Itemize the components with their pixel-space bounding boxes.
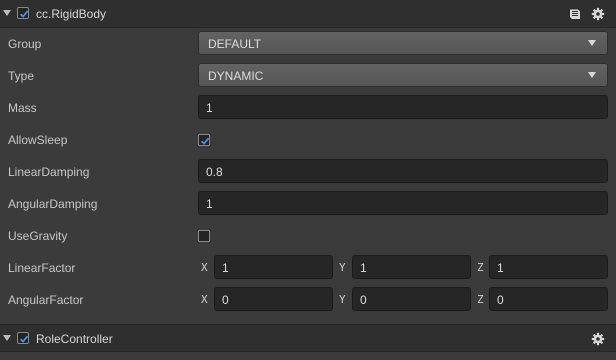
row-type: Type DYNAMIC [0, 60, 616, 92]
checkmark-icon [200, 137, 210, 145]
linear-factor-x-value: 1 [222, 261, 229, 275]
group-select-value: DEFAULT [208, 37, 262, 51]
angular-damping-value: 1 [206, 197, 213, 211]
role-controller-enabled-checkbox[interactable] [17, 332, 29, 344]
use-gravity-checkbox[interactable] [198, 230, 210, 242]
rigidbody-component-title: cc.RigidBody [36, 7, 107, 21]
chevron-down-icon [588, 40, 596, 46]
row-angular-factor: AngularFactor X 0 Y 0 Z 0 [0, 284, 616, 316]
angular-factor-y-value: 0 [360, 293, 367, 307]
row-allow-sleep: AllowSleep [0, 124, 616, 156]
row-angular-damping: AngularDamping 1 [0, 188, 616, 220]
linear-damping-input[interactable]: 0.8 [198, 159, 608, 183]
angular-factor-x-value: 0 [222, 293, 229, 307]
linear-factor-z-value: 1 [497, 261, 504, 275]
angular-factor-y-input[interactable]: 0 [352, 287, 471, 311]
chevron-down-icon [588, 72, 596, 78]
gear-icon[interactable] [591, 7, 605, 21]
help-book-icon[interactable] [568, 7, 582, 21]
angular-factor-y-axis-label: Y [339, 293, 346, 306]
angular-damping-label: AngularDamping [8, 197, 98, 211]
angular-factor-x-input[interactable]: 0 [214, 287, 333, 311]
row-use-gravity: UseGravity [0, 220, 616, 252]
angular-factor-z-value: 0 [497, 293, 504, 307]
inspector-panel: cc.RigidBody Group DEFAULT Type DYNAMIC … [0, 0, 616, 360]
angular-factor-z-axis-label: Z [477, 293, 484, 306]
row-mass: Mass 1 [0, 92, 616, 124]
linear-factor-x-axis-label: X [201, 261, 208, 274]
allow-sleep-checkbox[interactable] [198, 134, 210, 146]
rigidbody-component-header[interactable]: cc.RigidBody [0, 0, 616, 28]
type-select[interactable]: DYNAMIC [198, 63, 608, 87]
role-controller-component-title: RoleController [36, 332, 113, 346]
angular-factor-x-axis-label: X [201, 293, 208, 306]
linear-factor-x-input[interactable]: 1 [214, 255, 333, 279]
row-linear-factor: LinearFactor X 1 Y 1 Z 1 [0, 252, 616, 284]
collapse-triangle-icon[interactable] [3, 335, 11, 341]
mass-value: 1 [206, 101, 213, 115]
row-group: Group DEFAULT [0, 28, 616, 60]
group-label: Group [8, 37, 42, 51]
mass-label: Mass [8, 101, 37, 115]
linear-factor-y-value: 1 [360, 261, 367, 275]
linear-factor-y-axis-label: Y [339, 261, 346, 274]
checkmark-icon [19, 335, 29, 343]
checkmark-icon [19, 10, 29, 18]
angular-factor-z-input[interactable]: 0 [489, 287, 608, 311]
mass-input[interactable]: 1 [198, 95, 608, 119]
linear-factor-y-input[interactable]: 1 [352, 255, 471, 279]
type-label: Type [8, 69, 35, 83]
linear-factor-z-input[interactable]: 1 [489, 255, 608, 279]
angular-damping-input[interactable]: 1 [198, 191, 608, 215]
allow-sleep-label: AllowSleep [8, 133, 68, 147]
rigidbody-enabled-checkbox[interactable] [17, 7, 29, 19]
role-controller-component-header[interactable]: RoleController [0, 324, 616, 352]
row-linear-damping: LinearDamping 0.8 [0, 156, 616, 188]
linear-factor-z-axis-label: Z [477, 261, 484, 274]
linear-damping-label: LinearDamping [8, 165, 90, 179]
type-select-value: DYNAMIC [208, 69, 264, 83]
linear-factor-label: LinearFactor [8, 261, 76, 275]
gear-icon[interactable] [591, 332, 605, 346]
use-gravity-label: UseGravity [8, 229, 68, 243]
linear-damping-value: 0.8 [206, 165, 223, 179]
collapse-triangle-icon[interactable] [3, 10, 11, 16]
angular-factor-label: AngularFactor [8, 293, 84, 307]
group-select[interactable]: DEFAULT [198, 31, 608, 55]
